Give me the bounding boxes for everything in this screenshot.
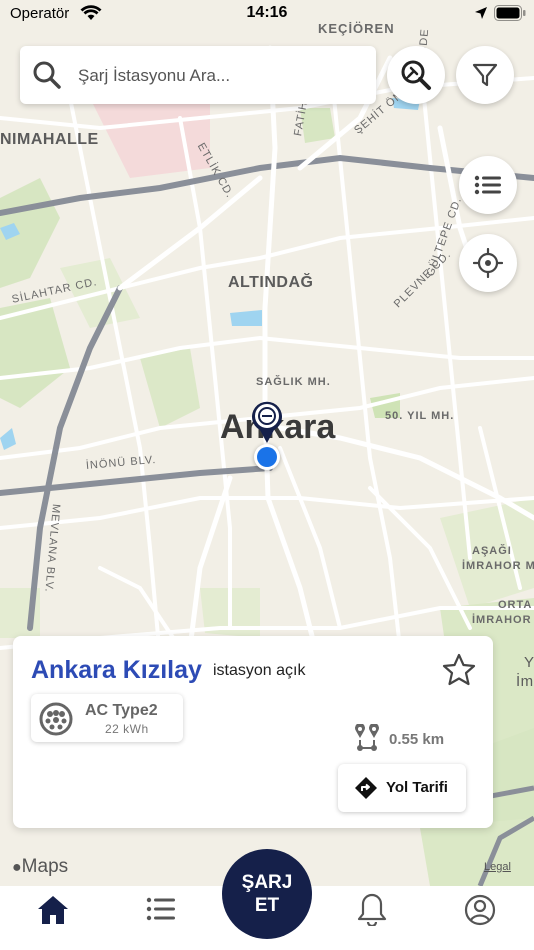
type2-plug-icon (39, 702, 73, 741)
map-label: ORTA (498, 599, 533, 611)
list-view-button[interactable] (459, 156, 517, 214)
connector-type: AC Type2 (85, 702, 158, 719)
map-label: İm (516, 673, 534, 690)
filter-icon (472, 63, 498, 87)
tab-profile[interactable] (464, 894, 496, 931)
directions-button[interactable]: Yol Tarifi (338, 764, 466, 812)
map-label: KEÇİÖREN (318, 21, 395, 36)
connector-power: 22 kWh (105, 722, 149, 736)
home-icon (38, 896, 68, 924)
map-label: 50. YIL MH. (385, 410, 455, 422)
search-icon (32, 60, 62, 90)
clock: 14:16 (246, 4, 288, 21)
favorite-button[interactable] (441, 652, 477, 688)
connector-chip: AC Type2 22 kWh (31, 694, 183, 742)
distance-route-icon (353, 723, 381, 759)
directions-label: Yol Tarifi (386, 779, 448, 796)
bell-icon (357, 893, 387, 928)
filter-button[interactable] (456, 46, 514, 104)
search-input[interactable] (76, 54, 370, 98)
plug-search-icon (401, 60, 431, 90)
tab-notifications[interactable] (357, 892, 387, 931)
station-name: Ankara Kızılay (31, 656, 202, 684)
map-label: ALTINDAĞ (228, 274, 314, 291)
map-label: SAĞLIK MH. (256, 376, 331, 388)
list-icon (146, 897, 175, 921)
maps-attribution: ●Maps (12, 856, 68, 878)
status-bar: Operatör 14:16 (0, 0, 534, 28)
directions-icon (354, 776, 378, 805)
crosshair-icon (473, 248, 503, 278)
search-bar[interactable] (20, 46, 376, 104)
apple-logo-icon: ● (12, 859, 22, 876)
star-icon (442, 653, 476, 686)
user-icon (464, 894, 496, 926)
user-location-dot (254, 444, 280, 470)
map-label: İMRAHOR (472, 614, 532, 626)
location-arrow-icon (474, 6, 488, 25)
station-status: istasyon açık (213, 662, 306, 679)
map-label: NIMAHALLE (0, 131, 99, 148)
charge-button[interactable]: ŞARJ ET (222, 849, 312, 939)
map-label: AŞAĞI (472, 545, 512, 557)
legal-link[interactable]: Legal (484, 861, 511, 873)
charge-button-line2: ET (254, 895, 280, 916)
tab-home[interactable] (36, 894, 70, 931)
tab-list[interactable] (146, 896, 176, 927)
charge-button-line1: ŞARJ (241, 872, 293, 893)
list-icon (474, 175, 501, 195)
battery-icon (494, 5, 526, 26)
station-distance: 0.55 km (389, 731, 445, 748)
station-card[interactable]: Ankara Kızılay istasyon açık AC Type2 22… (13, 636, 493, 828)
map-label: Y (524, 654, 534, 671)
nearby-search-button[interactable] (387, 46, 445, 104)
station-pin[interactable] (250, 400, 284, 444)
maps-attribution-text: Maps (21, 856, 69, 877)
my-location-button[interactable] (459, 234, 517, 292)
charging-station-marker-icon (252, 401, 282, 443)
map-label: İMRAHOR MH. (462, 560, 534, 572)
